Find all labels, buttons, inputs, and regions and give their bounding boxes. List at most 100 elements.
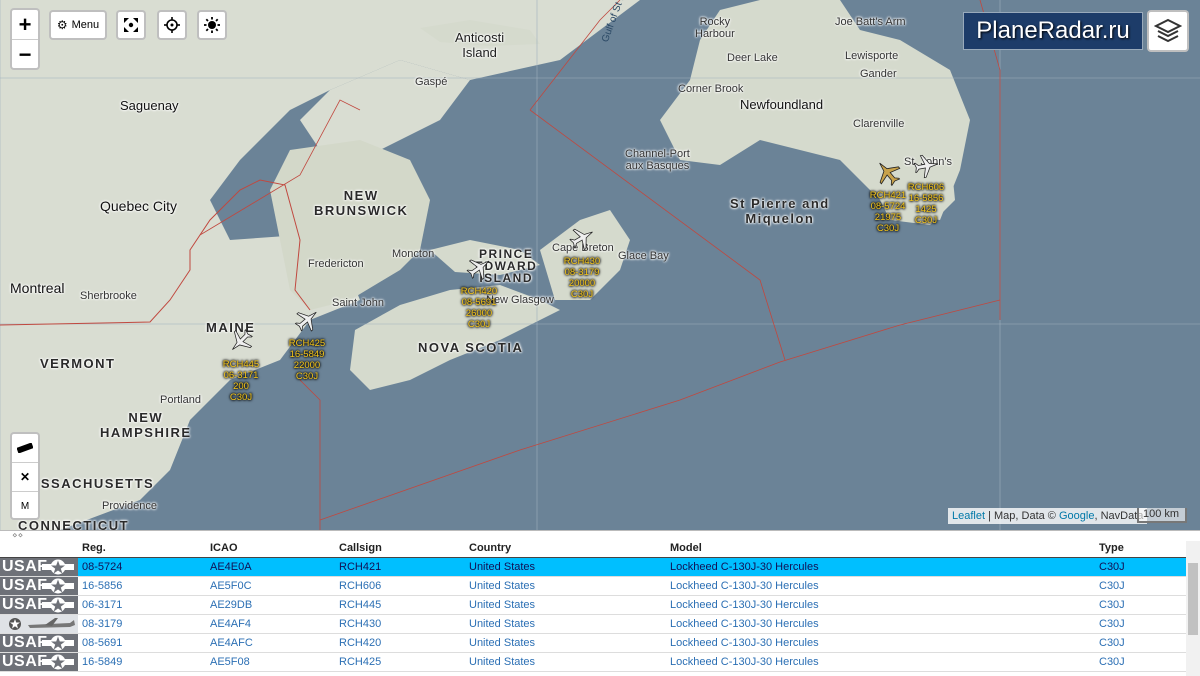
- mode-button[interactable]: M: [12, 491, 38, 520]
- plane-marker[interactable]: RCH445 06-3171 200 C30J: [223, 327, 259, 403]
- menu-button[interactable]: ⚙ Menu: [49, 10, 107, 40]
- roundel-icon: [42, 578, 74, 594]
- brand-logo[interactable]: PlaneRadar.ru: [963, 12, 1143, 50]
- usaf-logo: USAF: [0, 558, 78, 576]
- cell-type[interactable]: C30J: [1099, 633, 1186, 653]
- cell-icao[interactable]: AE5F0C: [210, 576, 339, 596]
- table-row[interactable]: USAF 16-5849 AE5F08 RCH425 United States Lock…: [0, 652, 1186, 672]
- leaflet-link[interactable]: Leaflet: [952, 510, 985, 522]
- row-logo: USAF: [0, 557, 82, 577]
- header-model[interactable]: Model: [670, 539, 1099, 558]
- cell-reg[interactable]: 16-5849: [82, 652, 210, 672]
- cell-type[interactable]: C30J: [1099, 595, 1186, 615]
- plane-reg: 08-3179: [564, 267, 600, 278]
- cell-type[interactable]: C30J: [1099, 614, 1186, 634]
- header-callsign[interactable]: Callsign: [339, 539, 469, 558]
- table-row[interactable]: USAF 06-3171 AE29DB RCH445 United States Lock…: [0, 595, 1186, 615]
- cell-country[interactable]: United States: [469, 595, 670, 615]
- plane-callsign: RCH606: [907, 182, 945, 193]
- cell-type[interactable]: C30J: [1099, 557, 1186, 577]
- cell-callsign[interactable]: RCH430: [339, 614, 469, 634]
- cell-reg[interactable]: 06-3171: [82, 595, 210, 615]
- plane-icon: [569, 228, 593, 251]
- locate-button[interactable]: [157, 10, 187, 40]
- plane-marker[interactable]: RCH425 16-5849 22000 C30J: [289, 306, 325, 382]
- layers-button[interactable]: [1147, 10, 1189, 52]
- cell-country[interactable]: United States: [469, 652, 670, 672]
- plane-marker[interactable]: RCH420 08-5691 26000 C30J: [461, 254, 497, 330]
- cell-reg[interactable]: 08-3179: [82, 614, 210, 634]
- cell-reg[interactable]: 08-5724: [82, 557, 210, 577]
- header-type[interactable]: Type: [1099, 539, 1186, 558]
- zoom-out-button[interactable]: −: [12, 39, 38, 69]
- zoom-in-button[interactable]: +: [12, 10, 38, 39]
- label-moncton: Moncton: [392, 248, 435, 260]
- cell-model[interactable]: Lockheed C-130J-30 Hercules: [670, 557, 1099, 577]
- layers-icon: [1154, 18, 1182, 43]
- table-row[interactable]: 08-3179 AE4AF4 RCH430 United States Lockheed…: [0, 614, 1186, 634]
- usaf-logo: USAF: [0, 596, 78, 614]
- scrollbar-thumb[interactable]: [1188, 563, 1198, 635]
- cell-model[interactable]: Lockheed C-130J-30 Hercules: [670, 614, 1099, 634]
- table-row[interactable]: USAF 08-5691 AE4AFC RCH420 United States Lock…: [0, 633, 1186, 653]
- plane-marker[interactable]: RCH430 08-3179 20000 C30J: [564, 224, 600, 300]
- ruler-icon: [17, 443, 33, 453]
- clear-button[interactable]: ✕: [12, 462, 38, 491]
- cell-icao[interactable]: AE4AF4: [210, 614, 339, 634]
- cell-model[interactable]: Lockheed C-130J-30 Hercules: [670, 576, 1099, 596]
- cell-icao[interactable]: AE4E0A: [210, 557, 339, 577]
- plane-callsign: RCH430: [563, 256, 601, 267]
- google-link[interactable]: Google: [1059, 510, 1094, 522]
- cell-country[interactable]: United States: [469, 633, 670, 653]
- cell-reg[interactable]: 16-5856: [82, 576, 210, 596]
- map-view[interactable]: Anticosti Island Gaspé Saguenay Quebec C…: [0, 0, 1200, 530]
- brightness-button[interactable]: [197, 10, 227, 40]
- cell-model[interactable]: Lockheed C-130J-30 Hercules: [670, 633, 1099, 653]
- usaf-text: USAF: [2, 634, 48, 651]
- roundel-icon: [42, 635, 74, 651]
- plane-type: C30J: [876, 223, 900, 234]
- plane-altitude: 26000: [465, 308, 493, 319]
- plane-altitude: 21975: [874, 212, 902, 223]
- plane-info: RCH430 08-3179 20000 C30J: [562, 256, 602, 300]
- cell-icao[interactable]: AE4AFC: [210, 633, 339, 653]
- roundel-icon: [42, 559, 74, 575]
- label-new-brunswick: NEW BRUNSWICK: [314, 188, 409, 218]
- cell-icao[interactable]: AE29DB: [210, 595, 339, 615]
- cell-country[interactable]: United States: [469, 576, 670, 596]
- cell-type[interactable]: C30J: [1099, 576, 1186, 596]
- plane-marker[interactable]: RCH606 16-5856 1425 C30J: [908, 152, 944, 226]
- label-lewisporte: Lewisporte: [845, 50, 899, 62]
- cell-model[interactable]: Lockheed C-130J-30 Hercules: [670, 652, 1099, 672]
- usaf-logo: USAF: [0, 634, 78, 652]
- header-country[interactable]: Country: [469, 539, 670, 558]
- table-scrollbar[interactable]: [1186, 541, 1200, 676]
- cell-callsign[interactable]: RCH421: [339, 557, 469, 577]
- cell-callsign[interactable]: RCH606: [339, 576, 469, 596]
- table-row[interactable]: USAF 16-5856 AE5F0C RCH606 United States Lock…: [0, 576, 1186, 596]
- label-joe-batts-arm: Joe Batt's Arm: [835, 16, 906, 28]
- plane-info: RCH425 16-5849 22000 C30J: [287, 338, 327, 382]
- header-icao[interactable]: ICAO: [210, 539, 339, 558]
- aircraft-list-panel: ⋄⋄ Reg. ICAO Callsign Country Model Type…: [0, 530, 1200, 676]
- plane-icon: [913, 154, 939, 179]
- label-st-pierre: St Pierre and Miquelon: [730, 196, 830, 226]
- label-glace-bay: Glace Bay: [618, 250, 669, 262]
- fit-bounds-button[interactable]: [116, 10, 146, 40]
- label-deer-lake: Deer Lake: [727, 52, 778, 64]
- scale-bar: 100 km: [1137, 508, 1187, 523]
- cell-country[interactable]: United States: [469, 557, 670, 577]
- cell-model[interactable]: Lockheed C-130J-30 Hercules: [670, 595, 1099, 615]
- table-row[interactable]: USAF 08-5724 AE4E0A RCH421 United States Lock…: [0, 557, 1186, 577]
- plane-reg: 16-5849: [289, 349, 325, 360]
- cell-type[interactable]: C30J: [1099, 652, 1186, 672]
- cell-country[interactable]: United States: [469, 614, 670, 634]
- cell-callsign[interactable]: RCH445: [339, 595, 469, 615]
- cell-callsign[interactable]: RCH425: [339, 652, 469, 672]
- cell-callsign[interactable]: RCH420: [339, 633, 469, 653]
- cell-icao[interactable]: AE5F08: [210, 652, 339, 672]
- header-reg[interactable]: Reg.: [82, 539, 210, 558]
- cell-reg[interactable]: 08-5691: [82, 633, 210, 653]
- ruler-button[interactable]: [12, 434, 38, 462]
- plane-marker[interactable]: RCH421 08-5724 21975 C30J: [870, 158, 906, 234]
